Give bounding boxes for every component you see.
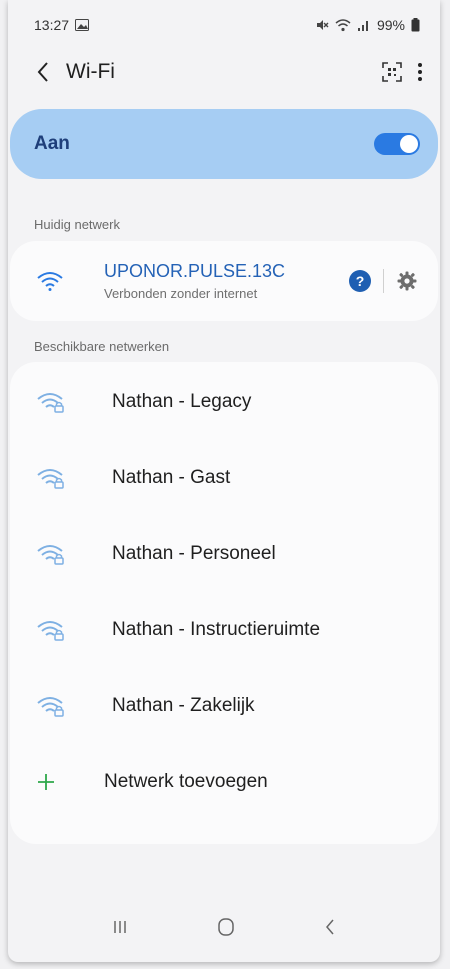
navigation-bar bbox=[8, 892, 440, 962]
current-network-status: Verbonden zonder internet bbox=[104, 286, 258, 301]
wifi-switch[interactable] bbox=[374, 133, 420, 155]
network-item[interactable]: Nathan - Zakelijk bbox=[10, 668, 438, 744]
divider bbox=[383, 269, 384, 293]
home-icon[interactable] bbox=[216, 917, 236, 937]
wifi-master-toggle[interactable]: Aan bbox=[10, 109, 438, 179]
wifi-locked-icon bbox=[36, 466, 66, 490]
available-networks-list: Nathan - Legacy Nathan - Gast Nathan - P… bbox=[10, 362, 438, 844]
switch-knob bbox=[400, 135, 418, 153]
wifi-locked-icon bbox=[36, 618, 66, 642]
signal-icon bbox=[357, 18, 371, 32]
current-network-heading: Huidig netwerk bbox=[34, 217, 120, 232]
gear-icon[interactable] bbox=[396, 270, 418, 292]
network-name: Nathan - Legacy bbox=[112, 391, 252, 412]
wifi-locked-icon bbox=[36, 542, 66, 566]
status-time: 13:27 bbox=[34, 17, 70, 33]
battery-percent: 99% bbox=[376, 17, 405, 33]
network-name: Nathan - Personeel bbox=[112, 543, 276, 564]
network-item[interactable]: Nathan - Gast bbox=[10, 440, 438, 516]
current-network-card[interactable]: UPONOR.PULSE.13C Verbonden zonder intern… bbox=[10, 241, 438, 321]
network-item[interactable]: Nathan - Legacy bbox=[10, 364, 438, 440]
back-icon[interactable] bbox=[26, 55, 60, 89]
add-network-button[interactable]: Netwerk toevoegen bbox=[10, 744, 438, 820]
help-icon[interactable]: ? bbox=[349, 270, 371, 292]
back-nav-icon[interactable] bbox=[324, 918, 336, 936]
wifi-connected-icon bbox=[36, 267, 64, 295]
add-network-label: Netwerk toevoegen bbox=[104, 771, 268, 792]
plus-icon bbox=[36, 772, 56, 792]
network-name: Nathan - Zakelijk bbox=[112, 695, 255, 716]
screen: 13:27 99% Wi-Fi Aan Huidig netwerk UPONO… bbox=[8, 0, 440, 962]
page-title: Wi-Fi bbox=[66, 60, 115, 83]
current-network-name: UPONOR.PULSE.13C bbox=[104, 261, 286, 281]
wifi-icon bbox=[335, 18, 351, 32]
wifi-locked-icon bbox=[36, 390, 66, 414]
network-name: Nathan - Instructieruimte bbox=[112, 619, 321, 640]
status-bar: 13:27 99% bbox=[8, 0, 440, 50]
wifi-toggle-label: Aan bbox=[34, 133, 70, 154]
mute-icon bbox=[315, 18, 329, 32]
qr-scan-icon[interactable] bbox=[380, 60, 404, 84]
network-item[interactable]: Nathan - Personeel bbox=[10, 516, 438, 592]
available-networks-heading: Beschikbare netwerken bbox=[34, 339, 170, 354]
wifi-locked-icon bbox=[36, 694, 66, 718]
more-icon[interactable] bbox=[416, 61, 424, 83]
recents-icon[interactable] bbox=[112, 919, 128, 935]
network-name: Nathan - Gast bbox=[112, 467, 231, 488]
gallery-icon bbox=[75, 19, 90, 31]
network-item[interactable]: Nathan - Instructieruimte bbox=[10, 592, 438, 668]
app-header: Wi-Fi bbox=[8, 50, 440, 94]
battery-icon bbox=[411, 18, 420, 32]
